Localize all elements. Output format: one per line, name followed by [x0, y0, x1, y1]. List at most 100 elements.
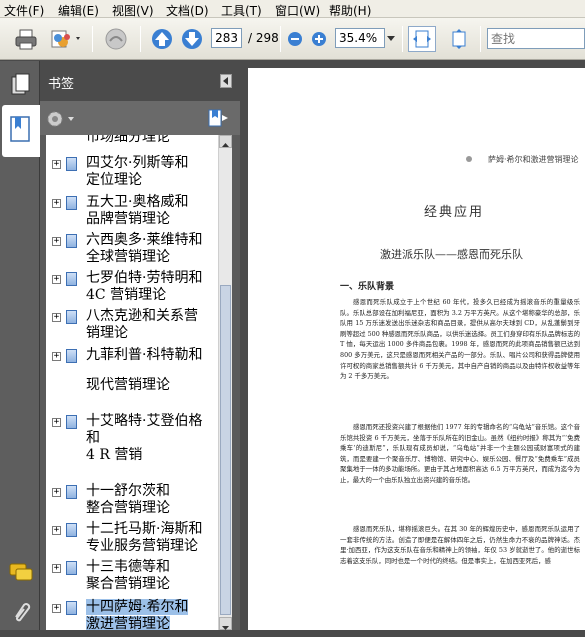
gear-icon	[47, 111, 74, 127]
scroll-thumb[interactable]	[220, 285, 231, 615]
menu-window[interactable]: 窗口(W)	[275, 2, 320, 19]
bookmark-label: 六西奥多·莱维特和	[86, 232, 203, 248]
expand-toggle-icon[interactable]: +	[52, 526, 61, 535]
sign-icon	[105, 28, 127, 50]
bookmark-label: 五大卫·奥格威和	[86, 194, 189, 210]
bookmark-label: 九菲利普·科特勒和	[86, 347, 203, 363]
expand-toggle-icon[interactable]: +	[52, 352, 61, 361]
bookmarks-tab[interactable]	[2, 105, 40, 157]
expand-toggle-icon[interactable]: +	[52, 488, 61, 497]
attachments-button[interactable]	[9, 599, 33, 623]
expand-toggle-icon[interactable]: +	[52, 604, 61, 613]
scroll-down-button[interactable]	[219, 617, 232, 630]
bookmark-label: 品牌营销理论	[86, 211, 170, 227]
paperclip-icon	[15, 603, 31, 622]
menu-document[interactable]: 文档(D)	[166, 2, 209, 19]
fit-width-button[interactable]	[408, 26, 436, 52]
page-total: / 298	[248, 31, 279, 45]
expand-toggle-icon[interactable]: +	[52, 199, 61, 208]
comments-button[interactable]	[8, 561, 34, 583]
toolbar: / 298 35.4%	[0, 18, 585, 60]
panel-title: 书签	[48, 77, 75, 92]
bookmark-icon	[66, 561, 77, 575]
bookmark-label: 整合营销理论	[86, 500, 170, 516]
bookmarks-icon	[10, 116, 30, 142]
print-button[interactable]	[12, 26, 40, 52]
expand-toggle-icon[interactable]: +	[52, 418, 61, 427]
arrow-up-icon	[152, 29, 172, 49]
fit-width-icon	[413, 30, 431, 48]
bookmark-label: 十艾略特·艾登伯格	[86, 413, 203, 429]
zoom-out-icon	[288, 32, 302, 46]
page-number-input[interactable]	[211, 28, 242, 48]
chevron-left-icon	[223, 77, 228, 85]
pages-icon	[11, 73, 30, 95]
next-page-button[interactable]	[180, 26, 204, 52]
zoom-in-icon	[312, 32, 326, 46]
zoom-in-button[interactable]	[310, 26, 328, 52]
bookmark-label: 聚合营销理论	[86, 576, 170, 592]
bookmark-icon	[66, 415, 77, 429]
comments-icon	[9, 563, 33, 581]
navigation-strip	[0, 61, 40, 630]
bookmark-label: 销理论	[86, 325, 128, 341]
fit-page-button[interactable]	[445, 26, 473, 52]
bookmark-scrollbar[interactable]	[218, 135, 232, 630]
zoom-out-button[interactable]	[286, 26, 304, 52]
article-title: 激进派乐队——感恩而死乐队	[380, 248, 523, 261]
bookmark-label: 定位理论	[86, 172, 142, 188]
expand-toggle-icon[interactable]: +	[52, 313, 61, 322]
options-button[interactable]	[46, 109, 76, 129]
expand-bookmark-button[interactable]	[206, 107, 230, 129]
section-title: 经典应用	[424, 205, 485, 220]
bookmark-icon	[66, 485, 77, 499]
menu-view[interactable]: 视图(V)	[112, 2, 154, 19]
bookmark-icon	[66, 310, 77, 324]
menu-help[interactable]: 帮助(H)	[329, 2, 371, 19]
paragraph-2: 感恩而死还投资兴建了根据他们 1977 年的专辑命名的“乌龟站”音乐馆。这个音乐…	[340, 423, 580, 484]
zoom-select[interactable]: 35.4%	[335, 28, 385, 48]
bookmark-icon	[66, 601, 77, 615]
menu-tools[interactable]: 工具(T)	[221, 2, 262, 19]
zoom-dropdown[interactable]	[385, 26, 397, 52]
panel-header: 书签	[40, 61, 240, 101]
chevron-up-icon	[222, 143, 229, 147]
bookmark-label: 激进营销理论	[86, 616, 170, 630]
expand-toggle-icon[interactable]: +	[52, 564, 61, 573]
search-input[interactable]	[487, 28, 585, 49]
arrow-down-icon	[182, 29, 202, 49]
menu-edit[interactable]: 编辑(E)	[58, 2, 99, 19]
bookmark-icon	[66, 234, 77, 248]
sign-button[interactable]	[102, 26, 130, 52]
menu-file[interactable]: 文件(F)	[4, 2, 44, 19]
running-header: 萨姆·希尔和激进营销理论	[488, 155, 579, 164]
document-page[interactable]: 萨姆·希尔和激进营销理论 经典应用 激进派乐队——感恩而死乐队 一、乐队背景 感…	[248, 68, 585, 630]
paragraph-3: 感恩而死乐队，堪称摇滚巨头。在其 30 年的辉煌历史中，感恩而死乐队运用了一套非…	[340, 525, 580, 565]
collaborate-button[interactable]	[48, 26, 84, 52]
bookmark-label: 八杰克逊和关系营	[86, 308, 198, 324]
chevron-down-icon	[387, 36, 395, 41]
chevron-down-icon	[222, 626, 229, 630]
bookmark-label: 七罗伯特·劳特明和	[86, 270, 203, 286]
panel-collapse-button[interactable]	[220, 74, 232, 88]
bookmark-icon	[66, 523, 77, 537]
bookmark-label: 4C 营销理论	[86, 287, 167, 303]
previous-page-button[interactable]	[150, 26, 174, 52]
bookmark-label: 和	[86, 430, 100, 446]
bookmark-label: 专业服务营销理论	[86, 538, 198, 554]
fit-page-icon	[452, 29, 466, 49]
bookmark-label: 市场细分理论	[86, 135, 170, 145]
pages-button[interactable]	[6, 71, 34, 99]
header-bullet	[466, 156, 472, 162]
expand-toggle-icon[interactable]: +	[52, 160, 61, 169]
bookmark-label: 十一舒尔茨和	[86, 483, 170, 499]
bookmark-label: 4 R 营销	[86, 447, 143, 463]
expand-toggle-icon[interactable]: +	[52, 237, 61, 246]
zoom-value: 35.4%	[339, 31, 378, 45]
expand-toggle-icon[interactable]: +	[52, 275, 61, 284]
bookmark-label: 四艾尔·列斯等和	[86, 155, 189, 171]
scroll-up-button[interactable]	[219, 135, 232, 148]
panel-toolbar	[40, 101, 240, 135]
section-heading: 一、乐队背景	[340, 282, 395, 292]
collaborate-icon	[51, 30, 80, 48]
